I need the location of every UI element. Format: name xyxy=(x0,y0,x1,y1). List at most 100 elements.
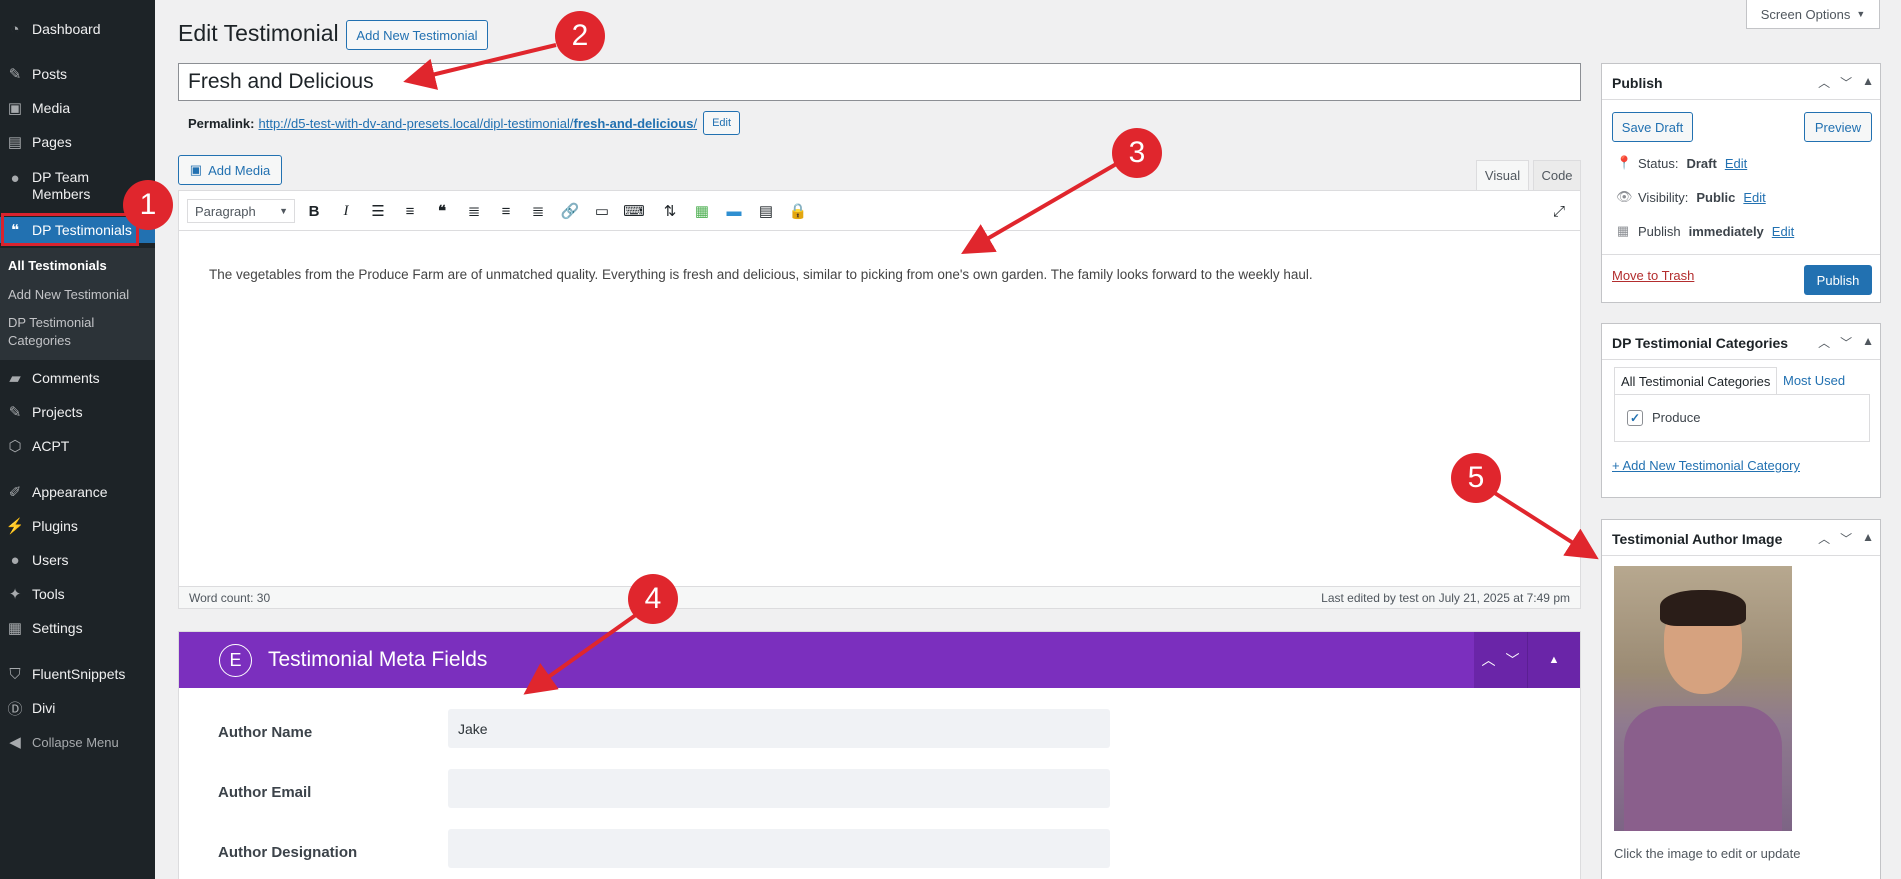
schedule-row: ▦ Publish immediately Edit xyxy=(1616,223,1794,239)
annotation-badge-5: 5 xyxy=(1451,453,1501,503)
table-icon[interactable]: ▤ xyxy=(753,199,779,223)
permalink-link[interactable]: http://d5-test-with-dv-and-presets.local… xyxy=(258,116,697,131)
menu-plugins[interactable]: ⚡ Plugins xyxy=(0,515,155,537)
align-left-icon[interactable]: ≣ xyxy=(461,199,487,223)
menu-divi[interactable]: Ⓓ Divi xyxy=(0,697,155,719)
menu-collapse[interactable]: ◀ Collapse Menu xyxy=(0,731,155,753)
visibility-edit-link[interactable]: Edit xyxy=(1743,190,1765,205)
publish-panel: Publish ︿ ﹀ ▲ Save Draft Preview 📍 Status: D… xyxy=(1601,63,1881,303)
read-more-icon[interactable]: ▭ xyxy=(589,199,615,223)
status-label: Status: xyxy=(1638,155,1679,171)
chevron-down-icon[interactable]: ﹀ xyxy=(1840,530,1852,547)
menu-appearance[interactable]: ✐ Appearance xyxy=(0,481,155,503)
blockquote-icon[interactable]: ❝ xyxy=(429,199,455,223)
shield-icon: ⛉ xyxy=(9,665,21,683)
menu-dashboard[interactable]: ◔ Dashboard xyxy=(0,18,155,40)
categories-panel-header: DP Testimonial Categories ︿ ﹀ ▲ xyxy=(1602,324,1880,360)
schedule-edit-link[interactable]: Edit xyxy=(1772,224,1794,239)
menu-users[interactable]: ● Users xyxy=(0,549,155,571)
menu-settings[interactable]: ▦ Settings xyxy=(0,617,155,639)
media-icon: ▣ xyxy=(7,100,23,117)
submenu-all-testimonials[interactable]: All Testimonials xyxy=(8,257,107,275)
preview-button[interactable]: Preview xyxy=(1804,112,1872,142)
align-right-icon[interactable]: ≣ xyxy=(525,199,551,223)
panel-controls: ︿ ﹀ ▲ xyxy=(1818,74,1874,91)
divi-icon: Ⓓ xyxy=(7,700,23,718)
brush-icon: ✐ xyxy=(8,484,22,501)
shortcode-icon[interactable]: ⇅ xyxy=(657,199,683,223)
dashboard-icon: ◔ xyxy=(10,20,20,38)
author-photo[interactable] xyxy=(1614,566,1792,831)
fullscreen-icon[interactable]: ⤢ xyxy=(1546,199,1572,223)
screen-options-button[interactable]: Screen Options ▼ xyxy=(1746,0,1880,29)
tab-visual[interactable]: Visual xyxy=(1476,160,1529,190)
meta-box-title: Testimonial Meta Fields xyxy=(268,648,488,671)
menu-pages[interactable]: ▤ Pages xyxy=(0,131,155,153)
menu-projects[interactable]: ✎ Projects xyxy=(0,401,155,423)
author-name-input[interactable]: Jake xyxy=(448,709,1110,748)
align-center-icon[interactable]: ≡ xyxy=(493,199,519,223)
submenu-categories[interactable]: DP Testimonial Categories xyxy=(8,314,118,350)
schedule-label: Publish xyxy=(1638,223,1681,239)
chevron-up-icon[interactable]: ︿ xyxy=(1818,334,1830,351)
triangle-up-icon[interactable]: ▲ xyxy=(1862,530,1874,547)
chevron-up-icon[interactable]: ︿ xyxy=(1818,74,1830,91)
save-draft-button[interactable]: Save Draft xyxy=(1612,112,1693,142)
toolbar-toggle-icon[interactable]: ⌨ xyxy=(621,199,647,223)
bullet-list-icon[interactable]: ☰ xyxy=(365,199,391,223)
permalink-row: Permalink: http://d5-test-with-dv-and-pr… xyxy=(188,111,741,135)
caret-down-icon: ▼ xyxy=(279,206,288,216)
menu-posts[interactable]: ✎ Posts xyxy=(0,63,155,85)
grid-icon[interactable]: ▦ xyxy=(689,199,715,223)
add-media-button[interactable]: ▣ Add Media xyxy=(178,155,282,185)
chevron-down-icon[interactable]: ﹀ xyxy=(1840,334,1852,351)
plugin-icon: ⚡ xyxy=(5,518,25,535)
category-label: Produce xyxy=(1652,410,1701,425)
menu-fluentsnippets[interactable]: ⛉ FluentSnippets xyxy=(0,663,155,685)
triangle-up-icon[interactable]: ▲ xyxy=(1862,74,1874,91)
post-title-input[interactable]: Fresh and Delicious xyxy=(178,63,1581,101)
numbered-list-icon[interactable]: ≡ xyxy=(397,199,423,223)
permalink-edit-button[interactable]: Edit xyxy=(703,111,741,135)
caret-down-icon: ▼ xyxy=(1856,9,1866,19)
chevron-up-icon[interactable]: ︿ xyxy=(1482,650,1496,670)
publish-button[interactable]: Publish xyxy=(1804,265,1872,295)
chevron-down-icon[interactable]: ﹀ xyxy=(1506,650,1520,670)
format-select[interactable]: Paragraph ▼ xyxy=(187,199,295,223)
author-image-panel-title: Testimonial Author Image xyxy=(1612,531,1783,547)
tab-all-categories[interactable]: All Testimonial Categories xyxy=(1614,367,1778,394)
visibility-row: 👁 Visibility: Public Edit xyxy=(1616,189,1766,205)
menu-tools[interactable]: ✦ Tools xyxy=(0,583,155,605)
bold-icon[interactable]: B xyxy=(301,199,327,223)
author-email-input[interactable] xyxy=(448,769,1110,808)
add-new-testimonial-button[interactable]: Add New Testimonial xyxy=(346,20,488,50)
lock-icon[interactable]: 🔒 xyxy=(785,199,811,223)
add-new-category-link[interactable]: + Add New Testimonial Category xyxy=(1612,458,1800,473)
pin-icon: 📍 xyxy=(1616,155,1633,170)
testimonials-submenu: All Testimonials Add New Testimonial DP … xyxy=(0,248,155,360)
annotation-badge-2: 2 xyxy=(555,11,605,61)
status-edit-link[interactable]: Edit xyxy=(1725,156,1747,171)
link-icon[interactable]: 🔗 xyxy=(557,199,583,223)
menu-acpt[interactable]: ⬡ ACPT xyxy=(0,435,155,457)
editor-content[interactable]: The vegetables from the Produce Farm are… xyxy=(209,267,1560,282)
menu-media[interactable]: ▣ Media xyxy=(0,97,155,119)
checkbox-checked-icon[interactable]: ✓ xyxy=(1627,410,1643,426)
chevron-up-icon[interactable]: ︿ xyxy=(1818,530,1830,547)
chevron-down-icon[interactable]: ﹀ xyxy=(1840,74,1852,91)
meta-toggle-button[interactable]: ▲ xyxy=(1527,632,1580,688)
triangle-up-icon[interactable]: ▲ xyxy=(1862,334,1874,351)
menu-comments[interactable]: ▰ Comments xyxy=(0,367,155,389)
tab-code[interactable]: Code xyxy=(1533,160,1581,190)
move-to-trash-link[interactable]: Move to Trash xyxy=(1612,268,1694,283)
publish-divider xyxy=(1602,254,1880,255)
user-icon: ● xyxy=(10,551,20,569)
tab-most-used[interactable]: Most Used xyxy=(1777,367,1851,394)
settings-icon: ▦ xyxy=(7,620,23,637)
layout-icon[interactable]: ▬ xyxy=(721,199,747,223)
submenu-add-new[interactable]: Add New Testimonial xyxy=(8,286,129,304)
author-designation-input[interactable] xyxy=(448,829,1110,868)
author-image-panel-header: Testimonial Author Image ︿ ﹀ ▲ xyxy=(1602,520,1880,556)
content-editor: Paragraph ▼ B I ☰ ≡ ❝ ≣ ≡ ≣ 🔗 ▭ ⌨ ⇅ ▦ ▬ ▤… xyxy=(178,190,1581,609)
italic-icon[interactable]: I xyxy=(333,199,359,223)
